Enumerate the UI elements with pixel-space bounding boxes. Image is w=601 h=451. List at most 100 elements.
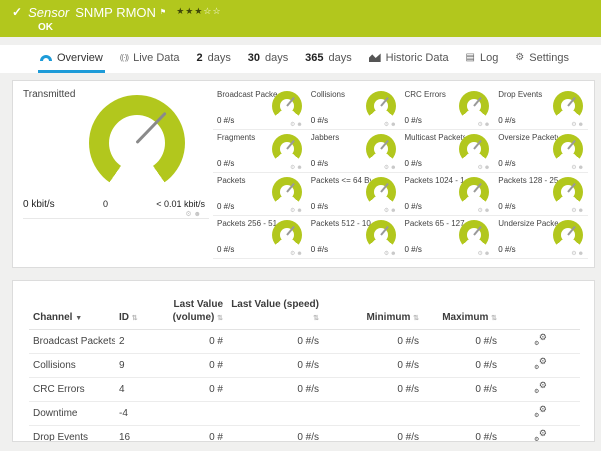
channel-gauge-value: 0 #/s [404,159,422,168]
overview-gauge-icon [40,54,52,61]
channel-gauge-value: 0 #/s [498,245,516,254]
channel-settings-icon[interactable]: ⚙ ⚙ [534,380,547,395]
sort-icon: ⇅ [313,314,319,322]
channel-gauge-drop-events[interactable]: Drop Events 0 #/s ⚙☻ [494,87,588,130]
person-icon[interactable]: ☻ [484,251,491,257]
column-header-last-value-volume[interactable]: Last Value (volume) ⇅ [163,297,227,330]
channel-gauge-jabbers[interactable]: Jabbers 0 #/s ⚙☻ [306,130,401,173]
tab-log[interactable]: ▤ Log [464,45,501,73]
tab-historic-data[interactable]: Historic Data [367,45,451,73]
channel-gauge-packets-256-511[interactable]: Packets 256 - 511 Bytes 0 #/s ⚙☻ [213,216,307,259]
column-header-maximum[interactable]: Maximum ⇅ [423,297,501,330]
channel-name[interactable]: Broadcast Packets [29,329,115,354]
tab-label: Live Data [133,51,180,64]
channel-gauge-fragments[interactable]: Fragments 0 #/s ⚙☻ [213,130,307,173]
tab-label: days [207,51,231,64]
channel-id: 16 [115,425,163,441]
column-header-minimum[interactable]: Minimum ⇅ [323,297,423,330]
person-icon[interactable]: ☻ [296,122,303,128]
channel-gauge-value: 0 #/s [217,245,235,254]
transmitted-gauge-cell[interactable]: Transmitted 0 kbit/s 0 < 0.01 kbit/s ⚙☻ [13,81,211,267]
channel-gauge-packets[interactable]: Packets 0 #/s ⚙☻ [213,173,307,216]
tab-live-data[interactable]: ((·)) Live Data [118,45,182,73]
channel-settings-icon[interactable]: ⚙ ⚙ [534,428,547,441]
channel-gauge-broadcast-packets[interactable]: Broadcast Packets 0 #/s ⚙☻ [213,87,307,130]
tab-label: Overview [57,51,103,64]
channel-name[interactable]: CRC Errors [29,377,115,402]
channel-gauge-label: Jabbers [310,133,340,142]
channel-gauge-collisions[interactable]: Collisions 0 #/s ⚙☻ [306,87,401,130]
person-icon[interactable]: ☻ [296,165,303,171]
last-value-volume: 0 # [163,329,227,354]
channel-name[interactable]: Drop Events [29,425,115,441]
maximum-value: 0 #/s [423,377,501,402]
channel-gauge-packets-65-127[interactable]: Packets 65 - 127 Bytes 0 #/s ⚙☻ [400,216,495,259]
tab-label: days [328,51,352,64]
person-icon[interactable]: ☻ [194,211,203,218]
person-icon[interactable]: ☻ [390,165,397,171]
gear-icon[interactable]: ⚙ [185,211,193,218]
channel-gauge-crc-errors[interactable]: CRC Errors 0 #/s ⚙☻ [400,87,495,130]
person-icon[interactable]: ☻ [578,251,585,257]
minimum-value: 0 #/s [323,377,423,402]
tab-30-days[interactable]: 30 days [246,45,291,73]
gauge-needle [379,96,389,107]
person-icon[interactable]: ☻ [578,208,585,214]
gauge-needle [473,139,483,150]
person-icon[interactable]: ☻ [390,122,397,128]
channel-gauge-packets-512-1023[interactable]: Packets 512 - 1023 Byt... 0 #/s ⚙☻ [306,216,401,259]
last-value-speed: 0 #/s [227,425,323,441]
gauge-needle [567,182,576,193]
person-icon[interactable]: ☻ [390,251,397,257]
tab-number: 30 [247,51,260,64]
priority-stars[interactable]: ★★★☆☆ [176,5,221,18]
channel-gauge-packets-64[interactable]: Packets <= 64 Byte 0 #/s ⚙☻ [306,173,401,216]
gauge-dial [459,91,490,121]
minimum-value [323,401,423,426]
table-row: Collisions 9 0 # 0 #/s 0 #/s 0 #/s ⚙ ⚙ [29,353,580,378]
gauge-scale-max: < 0.01 kbit/s [156,199,205,209]
channel-gauge-value: 0 #/s [498,159,516,168]
channel-settings-icon[interactable]: ⚙ ⚙ [534,332,547,347]
person-icon[interactable]: ☻ [296,208,303,214]
channel-gauge-packets-128-255[interactable]: Packets 128 - 255 Bytes 0 #/s ⚙☻ [494,173,588,216]
tab-365-days[interactable]: 365 days [303,45,354,73]
tab-label: Log [480,51,499,64]
channel-table-panel: Channel ▼ ID ⇅ Last Value (volume) ⇅ Las… [12,280,595,442]
gauges-panel: Transmitted 0 kbit/s 0 < 0.01 kbit/s ⚙☻ … [12,80,595,268]
channel-gauge-undersize-packets[interactable]: Undersize Packets 0 #/s ⚙☻ [494,216,588,259]
tab-number: 2 [196,51,203,64]
channel-gauge-label: Packets 1024 - 1518 B... [404,176,465,185]
person-icon[interactable]: ☻ [296,251,303,257]
person-icon[interactable]: ☻ [484,122,491,128]
tab-overview[interactable]: Overview [38,45,105,73]
flag-icon[interactable]: ⚑ [160,5,166,20]
person-icon[interactable]: ☻ [578,165,585,171]
channel-settings-icon[interactable]: ⚙ ⚙ [534,356,547,371]
channel-gauge-multicast-packets[interactable]: Multicast Packets 0 #/s ⚙☻ [400,130,495,173]
gauge-dial [459,177,490,207]
gauge-dial [553,220,583,250]
gauge-dial [271,177,302,207]
person-icon[interactable]: ☻ [390,208,397,214]
person-icon[interactable]: ☻ [578,122,585,128]
channel-gauge-label: Packets [217,176,246,185]
column-header-actions [501,297,580,330]
tab-settings[interactable]: ⚙ Settings [513,45,571,73]
gauge-dial [365,220,396,250]
tab-2-days[interactable]: 2 days [194,45,232,73]
column-header-id[interactable]: ID ⇅ [115,297,163,330]
table-row: Drop Events 16 0 # 0 #/s 0 #/s 0 #/s ⚙ ⚙ [29,425,580,441]
channel-name[interactable]: Downtime [29,401,115,426]
column-header-channel[interactable]: Channel ▼ [29,297,115,330]
channel-settings-icon[interactable]: ⚙ ⚙ [534,404,547,419]
channel-gauge-packets-1024-1518[interactable]: Packets 1024 - 1518 B... 0 #/s ⚙☻ [400,173,495,216]
person-icon[interactable]: ☻ [484,165,491,171]
gauge-dial [459,134,490,164]
tab-label: days [265,51,289,64]
sensor-name: SNMP RMON [75,5,156,20]
channel-name[interactable]: Collisions [29,353,115,378]
person-icon[interactable]: ☻ [484,208,491,214]
channel-gauge-oversize-packets[interactable]: Oversize Packets 0 #/s ⚙☻ [494,130,588,173]
column-header-last-value-speed[interactable]: Last Value (speed) ⇅ [227,297,323,330]
